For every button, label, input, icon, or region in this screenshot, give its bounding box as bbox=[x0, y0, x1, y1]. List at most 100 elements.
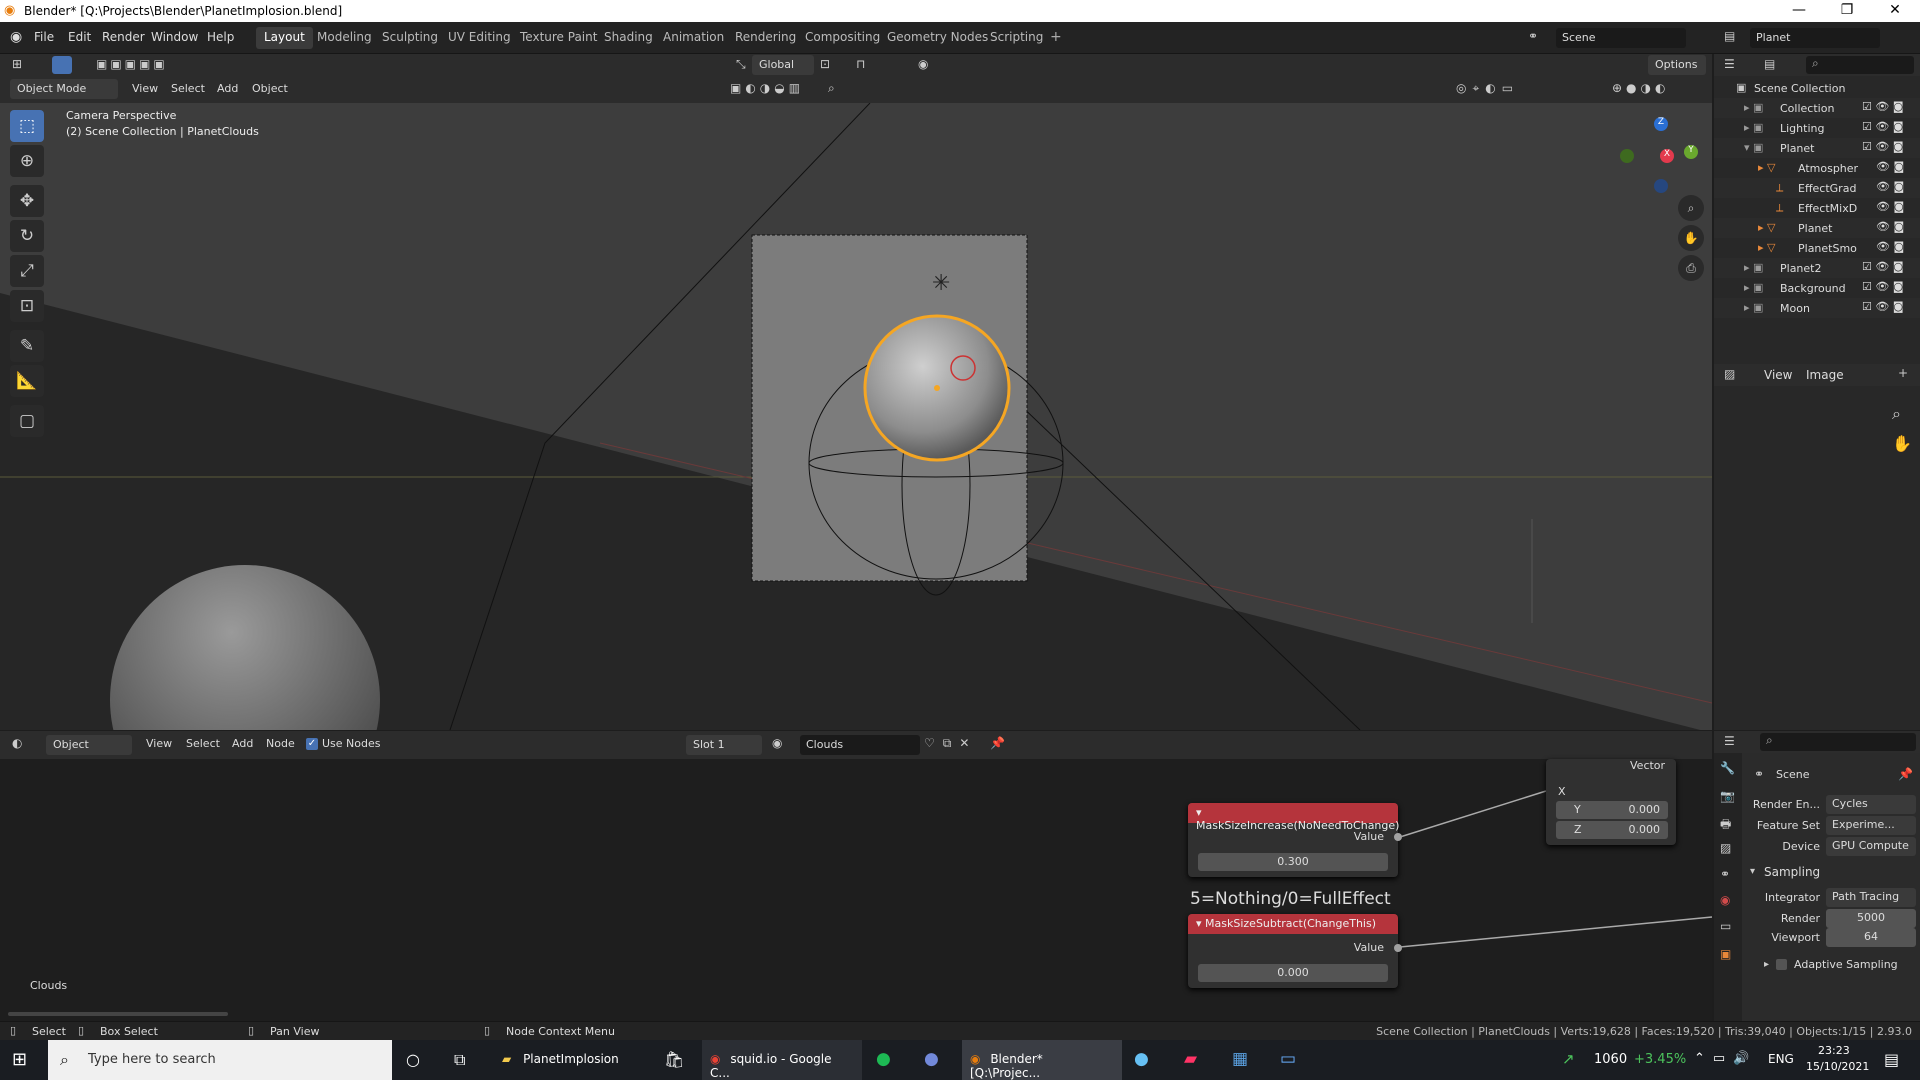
outliner-item[interactable]: ▸ ▽ Planet 👁 ◙ bbox=[1714, 218, 1920, 238]
properties-search-icon[interactable]: ⌕ bbox=[1760, 733, 1916, 751]
tab-layout[interactable]: Layout bbox=[256, 27, 313, 49]
zoom-icon[interactable]: ⌕ bbox=[1892, 404, 1901, 424]
panel-expand-icon[interactable]: ▾ bbox=[1750, 866, 1755, 877]
output-socket[interactable] bbox=[1394, 833, 1402, 841]
output-tab-icon[interactable]: 🖶 bbox=[1720, 815, 1731, 836]
tab-texture-paint[interactable]: Texture Paint bbox=[512, 27, 605, 49]
node-value-field[interactable]: 0.000 bbox=[1198, 964, 1388, 982]
app-window-icon[interactable]: ▭ bbox=[1280, 1049, 1296, 1069]
menu-view[interactable]: View bbox=[132, 82, 158, 95]
move-tool-icon[interactable]: ✥ bbox=[10, 185, 44, 217]
gizmo-neg-y[interactable] bbox=[1620, 149, 1634, 163]
pan-hand-icon[interactable]: ✋ bbox=[1892, 434, 1912, 453]
view-layer-icon[interactable]: ▤ bbox=[1724, 29, 1735, 43]
visibility-icons[interactable]: 👁 ◙ bbox=[1876, 160, 1904, 173]
node-menu-select[interactable]: Select bbox=[186, 737, 220, 750]
material-icon[interactable]: ◉ bbox=[772, 736, 782, 750]
shading-mode-icons[interactable]: ⊕●◑◐ bbox=[1612, 81, 1669, 95]
discord-icon[interactable]: ● bbox=[924, 1049, 939, 1069]
tab-geometry-nodes[interactable]: Geometry Nodes bbox=[879, 27, 996, 49]
viewport-overlay-icons[interactable]: ◎⌖◐▭ bbox=[1456, 81, 1519, 96]
proportional-edit-icon[interactable]: ◉ bbox=[918, 57, 928, 71]
clock-date[interactable]: 15/10/2021 bbox=[1806, 1060, 1869, 1073]
mask-size-subtract-node[interactable]: ▾ MaskSizeSubtract(ChangeThis) Value 0.0… bbox=[1188, 914, 1402, 988]
menu-file[interactable]: File bbox=[34, 30, 54, 44]
node-menu-view[interactable]: View bbox=[146, 737, 172, 750]
outliner-item[interactable]: ▾ ▣ Planet ☑ 👁 ◙ bbox=[1714, 138, 1920, 158]
outliner-item[interactable]: ⟂ EffectMixD 👁 ◙ bbox=[1714, 198, 1920, 218]
windows-start-icon[interactable]: ⊞ bbox=[12, 1049, 27, 1070]
node-menu-node[interactable]: Node bbox=[266, 737, 295, 750]
image-editor-image-menu[interactable]: Image bbox=[1806, 368, 1844, 382]
zoom-icon[interactable]: ⌕ bbox=[1678, 195, 1704, 221]
tab-scripting[interactable]: Scripting bbox=[982, 27, 1051, 49]
select-box-tool-icon[interactable]: ⬚ bbox=[10, 110, 44, 142]
pan-hand-icon[interactable]: ✋ bbox=[1678, 225, 1704, 251]
visibility-icons[interactable]: ☑ 👁 ◙ bbox=[1862, 100, 1904, 113]
tab-animation[interactable]: Animation bbox=[655, 27, 732, 49]
taskbar-blender[interactable]: ◉ Blender* [Q:\Projec... bbox=[962, 1040, 1122, 1080]
transform-tool-icon[interactable]: ⊡ bbox=[10, 290, 44, 322]
menu-object[interactable]: Object bbox=[252, 82, 288, 95]
outliner-item[interactable]: ▸ ▣ Moon ☑ 👁 ◙ bbox=[1714, 298, 1920, 318]
gizmo-neg-z[interactable] bbox=[1654, 179, 1668, 193]
adaptive-sampling-checkbox[interactable] bbox=[1776, 959, 1787, 970]
filter-icons[interactable]: ▣◐◑◒▥ bbox=[730, 81, 804, 95]
visibility-icons[interactable]: 👁 ◙ bbox=[1876, 200, 1904, 213]
tab-compositing[interactable]: Compositing bbox=[797, 27, 888, 49]
visibility-icons[interactable]: 👁 ◙ bbox=[1876, 220, 1904, 233]
orientation-dropdown[interactable]: Global bbox=[752, 55, 814, 75]
camera-view-icon[interactable]: ⎙ bbox=[1678, 255, 1704, 281]
outliner-item[interactable]: ▸ ▽ PlanetSmo 👁 ◙ bbox=[1714, 238, 1920, 258]
render-engine-dropdown[interactable]: Cycles bbox=[1826, 795, 1916, 814]
add-workspace-icon[interactable]: + bbox=[1050, 29, 1062, 45]
taskbar-folder[interactable]: ▰ PlanetImplosion bbox=[494, 1040, 654, 1080]
integrator-dropdown[interactable]: Path Tracing bbox=[1826, 888, 1916, 907]
material-name-field[interactable]: Clouds bbox=[800, 735, 920, 755]
image-editor[interactable]: ▨ View Image + ⌕ ✋ bbox=[1714, 364, 1920, 730]
blender-menu-icon[interactable]: ◉ bbox=[10, 29, 22, 45]
display-mode-icon[interactable]: ▤ bbox=[1764, 57, 1775, 71]
subpanel-expand-icon[interactable]: ▸ bbox=[1764, 959, 1769, 970]
restore-icon[interactable]: ❐ bbox=[1824, 2, 1870, 18]
notifications-icon[interactable]: ▤ bbox=[1884, 1050, 1899, 1069]
image-editor-view-menu[interactable]: View bbox=[1764, 368, 1792, 382]
render-tab-icon[interactable]: 📷 bbox=[1720, 789, 1735, 803]
outliner-item[interactable]: ▸ ▣ Collection ☑ 👁 ◙ bbox=[1714, 98, 1920, 118]
selection-mode-icons[interactable]: ▣▣▣▣▣ bbox=[96, 57, 168, 71]
options-dropdown[interactable]: Options bbox=[1648, 55, 1706, 75]
y-field[interactable]: Y 0.000 bbox=[1556, 801, 1668, 819]
render-samples-field[interactable]: 5000 bbox=[1826, 909, 1916, 928]
visibility-icons[interactable]: 👁 ◙ bbox=[1876, 240, 1904, 253]
tab-shading[interactable]: Shading bbox=[596, 27, 661, 49]
z-field[interactable]: Z 0.000 bbox=[1556, 821, 1668, 839]
menu-select[interactable]: Select bbox=[171, 82, 205, 95]
view-layer-selector[interactable]: Planet bbox=[1750, 28, 1880, 48]
visibility-icons[interactable]: ☑ 👁 ◙ bbox=[1862, 140, 1904, 153]
mode-dropdown[interactable]: Object Mode bbox=[10, 79, 118, 99]
outliner-item[interactable]: ▸ ▣ Background ☑ 👁 ◙ bbox=[1714, 278, 1920, 298]
taskbar-chrome[interactable]: ◉ squid.io - Google C... bbox=[702, 1040, 862, 1080]
outliner-search-icon[interactable]: ⌕ bbox=[1806, 56, 1914, 74]
gizmo-z[interactable]: Z bbox=[1654, 117, 1668, 131]
view-layer-tab-icon[interactable]: ▨ bbox=[1720, 841, 1731, 855]
calculator-icon[interactable]: ▦ bbox=[1232, 1049, 1248, 1069]
navigation-gizmo[interactable]: Z X Y bbox=[1620, 109, 1700, 193]
outliner-editor-icon[interactable]: ☰ bbox=[1724, 57, 1735, 71]
node-menu-add[interactable]: Add bbox=[232, 737, 253, 750]
node-editor[interactable]: Vector X Y 0.000 Z 0.000 ▾ MaskSizeIncre… bbox=[0, 759, 1712, 1021]
measure-tool-icon[interactable]: 📐 bbox=[10, 365, 44, 397]
steam-icon[interactable]: ● bbox=[1134, 1049, 1149, 1069]
outliner-item[interactable]: ⟂ EffectGrad 👁 ◙ bbox=[1714, 178, 1920, 198]
feature-set-dropdown[interactable]: Experime... bbox=[1826, 816, 1916, 835]
close-icon[interactable]: ✕ bbox=[1872, 2, 1918, 18]
menu-window[interactable]: Window bbox=[151, 30, 198, 44]
tab-rendering[interactable]: Rendering bbox=[727, 27, 804, 49]
object-tab-icon[interactable]: ▣ bbox=[1720, 947, 1731, 961]
scene-icon[interactable]: ⚭ bbox=[1528, 29, 1538, 43]
viewport-samples-field[interactable]: 64 bbox=[1826, 928, 1916, 947]
annotate-tool-icon[interactable]: ✎ bbox=[10, 330, 44, 362]
outliner-root[interactable]: ▣ Scene Collection bbox=[1714, 78, 1920, 98]
sampling-panel-header[interactable]: Sampling bbox=[1764, 865, 1820, 879]
node-editor-type-icon[interactable]: ◐ bbox=[12, 736, 22, 750]
